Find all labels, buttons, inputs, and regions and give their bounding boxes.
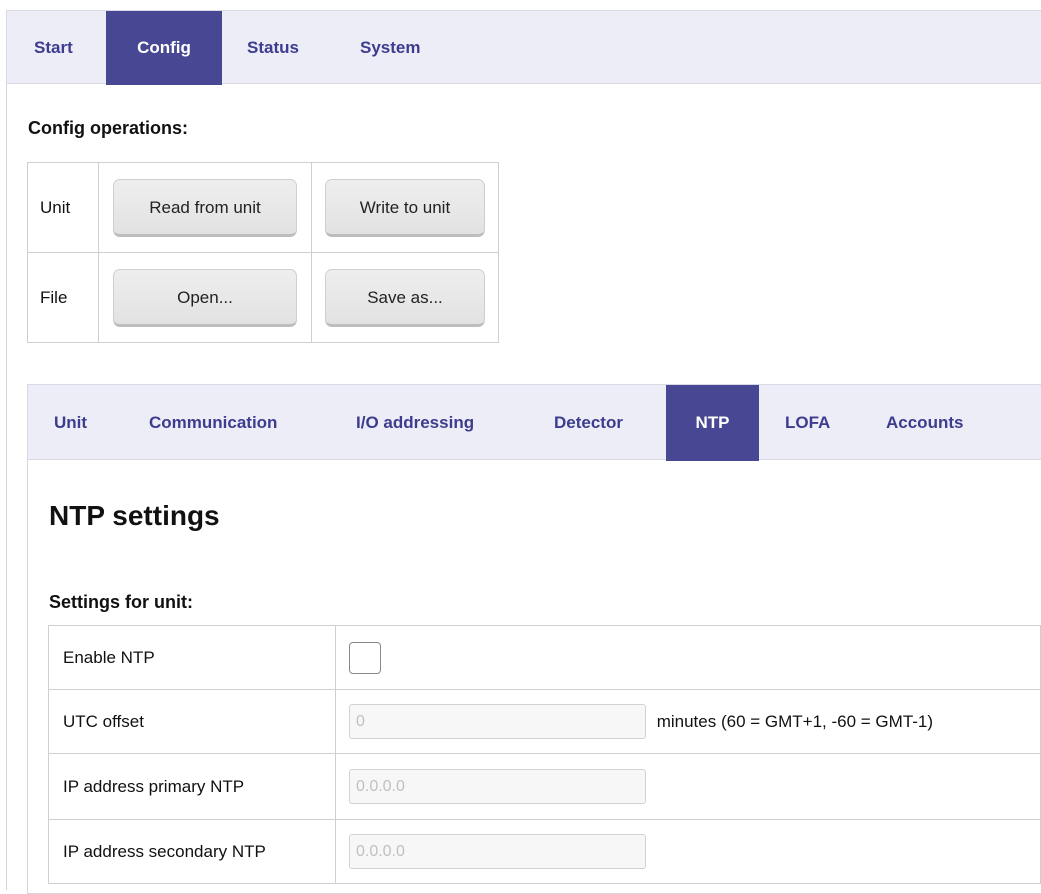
save-as-button[interactable]: Save as... <box>325 268 485 327</box>
table-row: UTC offset minutes (60 = GMT+1, -60 = GM… <box>48 689 1041 754</box>
table-row: IP address primary NTP <box>48 753 1041 820</box>
ops-row-label: Unit <box>27 162 99 253</box>
enable-ntp-checkbox[interactable] <box>348 641 381 674</box>
subtab-accounts[interactable]: Accounts <box>886 385 963 461</box>
subtab-io-addressing[interactable]: I/O addressing <box>356 385 474 461</box>
open-file-button[interactable]: Open... <box>113 268 297 327</box>
tab-config[interactable]: Config <box>106 11 222 85</box>
table-row: IP address secondary NTP <box>48 819 1041 884</box>
tab-status[interactable]: Status <box>247 11 299 85</box>
ops-row-unit: Unit Read from unit Write to unit <box>27 162 499 253</box>
tab-system[interactable]: System <box>360 11 420 85</box>
primary-ntp-input[interactable] <box>348 769 646 804</box>
subtab-communication[interactable]: Communication <box>149 385 277 461</box>
subtab-detector[interactable]: Detector <box>554 385 623 461</box>
table-row: Enable NTP <box>48 625 1041 690</box>
ntp-settings-table: Enable NTP UTC offset minutes (60 = GMT+… <box>48 625 1041 884</box>
write-to-unit-button[interactable]: Write to unit <box>325 178 485 237</box>
ops-row-label: File <box>27 252 99 343</box>
subtab-ntp[interactable]: NTP <box>666 385 759 461</box>
config-sub-nav: Unit Communication I/O addressing Detect… <box>27 384 1041 461</box>
enable-ntp-label: Enable NTP <box>48 625 336 690</box>
secondary-ntp-input[interactable] <box>348 834 646 869</box>
ops-row-file: File Open... Save as... <box>27 252 499 343</box>
settings-for-unit-heading: Settings for unit: <box>49 592 193 612</box>
subtab-unit[interactable]: Unit <box>54 385 87 461</box>
primary-ntp-label: IP address primary NTP <box>48 753 336 820</box>
utc-offset-label: UTC offset <box>48 689 336 754</box>
ntp-settings-heading: NTP settings <box>49 500 220 531</box>
utc-offset-input[interactable] <box>348 704 646 739</box>
top-nav: Start Config Status System <box>6 10 1041 85</box>
read-from-unit-button[interactable]: Read from unit <box>113 178 297 237</box>
config-operations-title: Config operations: <box>28 118 188 138</box>
utc-offset-hint: minutes (60 = GMT+1, -60 = GMT-1) <box>656 711 934 731</box>
secondary-ntp-label: IP address secondary NTP <box>48 819 336 884</box>
config-operations-table: Unit Read from unit Write to unit File O… <box>27 162 499 343</box>
subtab-lofa[interactable]: LOFA <box>785 385 830 461</box>
tab-start[interactable]: Start <box>34 11 73 85</box>
